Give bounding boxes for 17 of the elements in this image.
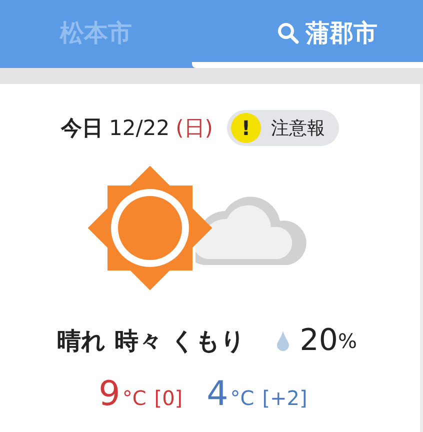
temperature-value: 9	[98, 374, 120, 414]
weather-text: 晴れ 時々 くもり	[57, 326, 246, 356]
alert-label: 注意報	[270, 117, 325, 140]
raindrop-icon	[276, 330, 290, 352]
temperature-difference: [0]	[154, 386, 183, 410]
date-text: 12/22	[109, 116, 170, 140]
alert-badge[interactable]: ! 注意報	[226, 110, 339, 146]
search-icon	[277, 22, 300, 44]
temperature-unit: °C	[122, 386, 146, 410]
alert-icon: !	[230, 113, 261, 143]
temperature-difference: [+2]	[262, 386, 308, 410]
percent-unit: %	[338, 328, 357, 352]
day-label: 今日	[61, 115, 104, 142]
temperature-value: 4	[206, 374, 228, 414]
temperature-unit: °C	[230, 386, 254, 410]
precipitation-value: 20	[300, 323, 338, 358]
weekday-text: (日)	[176, 115, 213, 142]
